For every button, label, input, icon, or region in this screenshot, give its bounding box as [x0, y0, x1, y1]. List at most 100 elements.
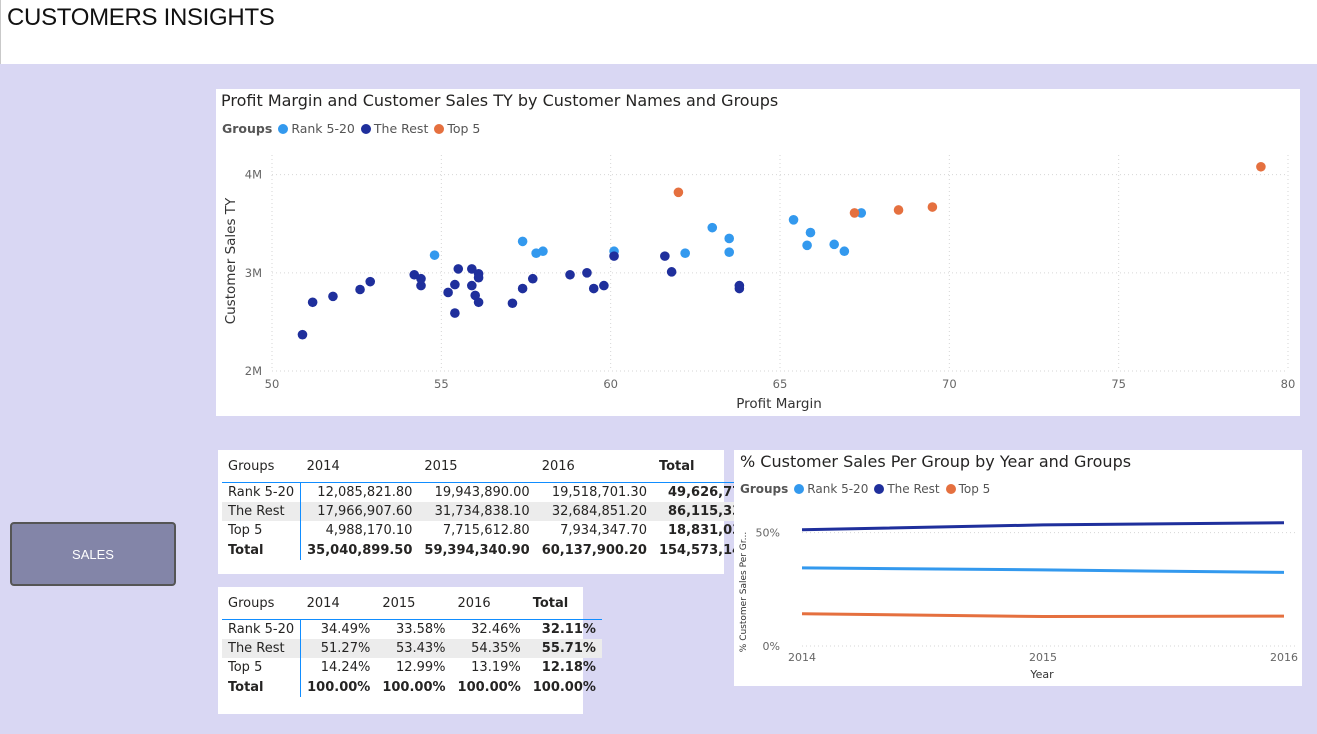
scatter-point[interactable]: [429, 250, 440, 260]
total-row[interactable]: Total 35,040,899.50 59,394,340.90 60,137…: [222, 540, 779, 560]
column-header[interactable]: 2015: [418, 452, 535, 482]
table-cell: 7,715,612.80: [442, 523, 530, 539]
scatter-point[interactable]: [527, 273, 538, 284]
y-tick-label: 50%: [756, 527, 780, 540]
scatter-point[interactable]: [707, 222, 718, 233]
scatter-plot: 2M3M4M 50 55 60 65 70 75 80 Customer Sales TY …: [223, 155, 1295, 412]
scatter-point[interactable]: [724, 233, 734, 244]
scatter-point[interactable]: [507, 298, 518, 309]
scatter-point[interactable]: [805, 227, 816, 238]
scatter-point[interactable]: [565, 269, 575, 280]
scatter-point[interactable]: [416, 273, 426, 284]
table-cell: 60,137,900.20: [541, 542, 647, 558]
scatter-point[interactable]: [839, 246, 850, 257]
scatter-point[interactable]: [473, 297, 484, 308]
y-axis-title: % Customer Sales Per Gr...: [739, 532, 749, 652]
percent-matrix-card[interactable]: Groups 2014 2015 2016 Total Rank 5-20 34…: [218, 587, 602, 714]
column-header[interactable]: 2016: [536, 452, 653, 482]
y-tick-label: 3M: [245, 266, 262, 280]
scatter-point[interactable]: [599, 280, 609, 291]
scatter-point[interactable]: [355, 284, 365, 295]
scatter-point[interactable]: [517, 283, 528, 294]
x-tick-label: 65: [773, 377, 788, 391]
sales-button[interactable]: SALES: [10, 522, 176, 586]
table-cell: 17,966,907.60: [300, 501, 419, 521]
table-cell: 59,394,340.90: [424, 542, 530, 558]
page-title: CUSTOMERS INSIGHTS: [7, 4, 275, 31]
x-tick-label: 75: [1111, 377, 1126, 391]
scatter-point[interactable]: [328, 291, 338, 302]
scatter-point[interactable]: [849, 208, 860, 218]
scatter-point[interactable]: [443, 287, 453, 298]
scatter-point[interactable]: [450, 279, 460, 290]
column-header[interactable]: 2015: [376, 589, 451, 619]
scatter-chart-card[interactable]: Profit Margin and Customer Sales TY by C…: [216, 89, 1300, 416]
table-cell: 32,684,851.20: [535, 501, 653, 521]
sales-matrix-card[interactable]: Groups 2014 2015 2016 Total Rank 5-20 12…: [218, 450, 780, 574]
table-cell: 32.11%: [541, 621, 596, 637]
table-cell: 31,734,838.10: [418, 501, 536, 521]
scatter-point[interactable]: [724, 247, 734, 257]
scatter-point[interactable]: [660, 251, 670, 261]
scatter-point[interactable]: [365, 276, 376, 287]
line-chart-card[interactable]: % Customer Sales Per Group by Year and G…: [734, 450, 1302, 686]
scatter-point[interactable]: [517, 236, 528, 247]
x-tick-label: 60: [603, 377, 618, 391]
scatter-point[interactable]: [673, 187, 684, 198]
column-header[interactable]: Total: [527, 589, 602, 619]
column-header[interactable]: Groups: [222, 452, 301, 482]
scatter-point[interactable]: [927, 202, 938, 212]
table-cell: 12,085,821.80: [317, 484, 413, 500]
table-cell: 53.43%: [376, 638, 452, 658]
scatter-point[interactable]: [609, 251, 619, 261]
scatter-point[interactable]: [802, 240, 812, 251]
scatter-point[interactable]: [734, 280, 745, 291]
table-row[interactable]: The Rest 51.27% 53.43% 54.35% 55.71%: [222, 638, 602, 658]
x-tick-label: 2015: [1029, 651, 1057, 664]
scatter-point[interactable]: [297, 329, 308, 340]
scatter-point[interactable]: [453, 264, 464, 274]
table-cell: 54.35%: [451, 638, 527, 658]
scatter-point[interactable]: [1256, 161, 1266, 172]
scatter-point[interactable]: [473, 272, 484, 283]
table-row[interactable]: Top 5 14.24% 12.99% 13.19% 12.18%: [222, 658, 602, 678]
column-header[interactable]: 2014: [301, 452, 419, 482]
row-header: Total: [222, 540, 302, 560]
scatter-point[interactable]: [538, 246, 548, 257]
scatter-point[interactable]: [893, 205, 904, 215]
table-cell: 19,943,890.00: [434, 484, 530, 500]
scatter-point[interactable]: [680, 248, 690, 258]
series-line[interactable]: [801, 566, 1285, 574]
line-plot: 0% 50% 2014 2015 2016 % Customer Sales Per …: [739, 521, 1298, 681]
scatter-point[interactable]: [829, 239, 839, 250]
series-line[interactable]: [801, 612, 1285, 619]
y-tick-label: 0%: [763, 640, 780, 653]
scatter-point[interactable]: [788, 215, 799, 225]
x-tick-label: 2014: [788, 651, 816, 664]
table-row[interactable]: Top 5 4,988,170.10 7,715,612.80 7,934,34…: [222, 521, 779, 541]
scatter-point[interactable]: [666, 267, 677, 277]
series-line[interactable]: [801, 521, 1285, 532]
table-cell: 34.49%: [320, 621, 371, 637]
x-axis-title: Profit Margin: [736, 396, 822, 412]
scatter-point[interactable]: [450, 308, 460, 318]
row-header: Top 5: [222, 521, 302, 541]
table-row[interactable]: The Rest 17,966,907.60 31,734,838.10 32,…: [222, 501, 780, 521]
table-cell: 7,934,347.70: [560, 523, 647, 539]
column-header[interactable]: 2016: [452, 589, 527, 619]
scatter-point[interactable]: [467, 280, 477, 291]
table-cell: 55.71%: [526, 638, 602, 658]
scatter-point[interactable]: [582, 268, 592, 278]
table-cell: 14.24%: [320, 660, 371, 676]
scatter-point[interactable]: [588, 283, 599, 294]
table-row[interactable]: Rank 5-20 34.49% 33.58% 32.46% 32.11%: [222, 619, 602, 639]
table-cell: 4,988,170.10: [325, 523, 413, 539]
column-header[interactable]: 2014: [301, 589, 377, 619]
column-header[interactable]: Groups: [222, 589, 301, 619]
table-cell: 51.27%: [300, 638, 377, 658]
total-row[interactable]: Total 100.00% 100.00% 100.00% 100.00%: [222, 677, 602, 697]
table-cell: 32.46%: [471, 621, 521, 637]
header: CUSTOMERS INSIGHTS: [0, 0, 1317, 64]
table-row[interactable]: Rank 5-20 12,085,821.80 19,943,890.00 19…: [222, 482, 779, 502]
scatter-point[interactable]: [307, 297, 318, 308]
